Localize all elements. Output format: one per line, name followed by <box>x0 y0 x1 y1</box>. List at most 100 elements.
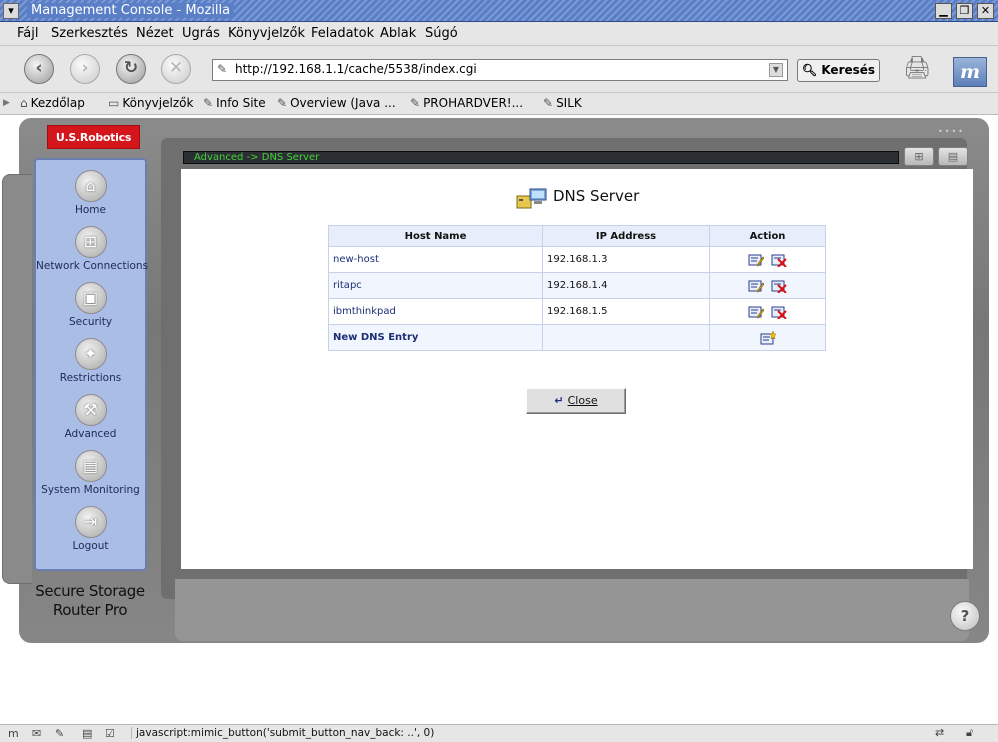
back-arrow-icon: ‹ <box>35 58 43 78</box>
bookmark-icon: ✎ <box>277 96 288 110</box>
dns-server-icon <box>516 188 547 209</box>
bookmark-prohardver[interactable]: ✎ PROHARDVER!... <box>410 96 523 110</box>
print-icon[interactable]: 🖨︎ <box>903 56 937 84</box>
help-button[interactable]: ? <box>950 601 980 631</box>
window-menu-icon[interactable]: ▾ <box>3 3 19 19</box>
menu-bookmarks[interactable]: Könyvjelzők <box>228 26 305 41</box>
document-icon: ▤ <box>947 150 959 163</box>
search-icon: 🔍︎ <box>801 63 818 77</box>
menu-go[interactable]: Ugrás <box>182 26 220 41</box>
menu-view[interactable]: Nézet <box>136 26 174 41</box>
print-page-button[interactable]: ▤ <box>938 147 968 166</box>
toolbar-grip-icon[interactable]: ▶ <box>3 98 10 108</box>
sidebar-item-security[interactable]: ▣ Security <box>36 282 145 328</box>
url-input[interactable] <box>235 62 755 76</box>
bookmark-info-site[interactable]: ✎ Info Site <box>203 96 266 110</box>
menu-edit[interactable]: Szerkesztés <box>51 26 128 41</box>
menubar: Fájl Szerkesztés Nézet Ugrás Könyvjelzők… <box>0 22 998 46</box>
product-name: Secure Storage Router Pro <box>35 582 145 619</box>
edit-icon[interactable] <box>748 253 764 267</box>
edit-icon[interactable] <box>748 305 764 319</box>
tools-icon: ⚒ <box>74 394 107 426</box>
sidebar-item-network-connections[interactable]: ⊞ Network Connections <box>36 226 148 272</box>
bookmark-home[interactable]: ⌂ Kezdőlap <box>20 96 85 110</box>
bookmark-icon: ✎ <box>410 96 421 110</box>
host-name-cell: ritapc <box>328 272 543 299</box>
back-button[interactable]: ‹ <box>24 54 54 84</box>
network-icon: ⊞ <box>74 226 107 258</box>
url-bar[interactable]: ✎ ▼ <box>212 59 788 81</box>
folder-icon: ▭ <box>108 96 120 110</box>
mail-icon[interactable]: ✉ <box>32 727 41 740</box>
minimize-button[interactable]: ▁ <box>935 3 952 19</box>
search-button[interactable]: 🔍︎ Keresés <box>797 59 880 82</box>
security-lock-icon: 🔓︎ <box>966 726 974 739</box>
url-dropdown-button[interactable]: ▼ <box>769 63 783 77</box>
stop-button[interactable]: ✕ <box>161 54 191 84</box>
sidebar-item-restrictions[interactable]: ✦ Restrictions <box>36 338 145 384</box>
irc-chat-icon[interactable]: ☑ <box>105 727 115 740</box>
empty-cell <box>542 324 710 351</box>
bookmark-icon: ✎ <box>203 96 214 110</box>
table-row: ritapc 192.168.1.4 <box>328 272 826 299</box>
navigation-toolbar: ‹ › ↻ ✕ ✎ ▼ 🔍︎ Keresés 🖨︎ m <box>0 46 998 93</box>
table-row: new-host 192.168.1.3 <box>328 246 826 273</box>
sidebar-item-logout[interactable]: ⇥ Logout <box>36 506 145 552</box>
forward-button[interactable]: › <box>70 54 100 84</box>
table-header-row: Host Name IP Address Action <box>328 225 826 247</box>
search-button-label: Keresés <box>821 63 876 77</box>
forward-arrow-icon: › <box>81 58 89 78</box>
bookmark-overview[interactable]: ✎ Overview (Java ... <box>277 96 396 110</box>
sitemap-button[interactable]: ⊞ <box>904 147 934 166</box>
column-header-host-name: Host Name <box>328 225 543 247</box>
action-cell <box>709 298 826 325</box>
mozilla-logo[interactable]: m <box>953 57 987 87</box>
home-icon: ⌂ <box>74 170 107 202</box>
delete-icon[interactable] <box>771 253 787 267</box>
host-name-cell: ibmthinkpad <box>328 298 543 325</box>
menu-window[interactable]: Ablak <box>380 26 416 41</box>
new-dns-entry-link[interactable]: New DNS Entry <box>328 324 543 351</box>
status-text: javascript:mimic_button('submit_button_n… <box>131 727 434 739</box>
bookmark-folder[interactable]: ▭ Könyvjelzők <box>108 96 193 110</box>
navigator-icon[interactable]: m <box>8 727 19 740</box>
status-bar: m ✉ ✎ ▤ ☑ javascript:mimic_button('submi… <box>0 724 998 742</box>
router-bottom-bar <box>175 579 969 641</box>
page-content: •••• U.S.Robotics ⌂ Home ⊞ Network Conne… <box>0 116 998 724</box>
reload-button[interactable]: ↻ <box>116 54 146 84</box>
menu-tasks[interactable]: Feladatok <box>311 26 374 41</box>
reload-icon: ↻ <box>123 58 139 78</box>
menu-help[interactable]: Súgó <box>425 26 458 41</box>
page-title: DNS Server <box>553 187 640 205</box>
shell-side-tab <box>2 174 32 584</box>
online-status-icon[interactable]: ⇄ <box>935 726 944 739</box>
column-header-ip-address: IP Address <box>542 225 710 247</box>
lock-icon: ▣ <box>74 282 107 314</box>
dns-page: DNS Server Host Name IP Address Action n… <box>181 169 973 569</box>
sidebar-item-home[interactable]: ⌂ Home <box>36 170 145 216</box>
table-row-new-entry: New DNS Entry <box>328 324 826 351</box>
delete-icon[interactable] <box>771 305 787 319</box>
question-icon: ? <box>960 607 970 625</box>
window-titlebar: ▾ Management Console - Mozilla ▁ ❐ ✕ <box>0 0 998 22</box>
sidebar-item-advanced[interactable]: ⚒ Advanced <box>36 394 145 440</box>
column-header-action: Action <box>709 225 826 247</box>
bookmark-silk[interactable]: ✎ SILK <box>543 96 582 110</box>
close-window-button[interactable]: ✕ <box>977 3 994 19</box>
window-title: Management Console - Mozilla <box>27 3 235 18</box>
sidebar-item-system-monitoring[interactable]: ▤ System Monitoring <box>36 450 145 496</box>
close-button[interactable]: ↵ Close <box>526 388 626 414</box>
add-entry-icon[interactable] <box>760 330 776 345</box>
delete-icon[interactable] <box>771 279 787 293</box>
ip-address-cell: 192.168.1.5 <box>542 298 710 325</box>
logout-icon: ⇥ <box>74 506 107 538</box>
breadcrumb: Advanced -> DNS Server <box>183 151 899 164</box>
maximize-button[interactable]: ❐ <box>956 3 973 19</box>
composer-icon[interactable]: ✎ <box>55 727 64 740</box>
edit-icon[interactable] <box>748 279 764 293</box>
sitemap-icon: ⊞ <box>914 150 924 163</box>
page-proxy-icon: ✎ <box>217 62 228 76</box>
shell-grip-icon: •••• <box>938 127 965 136</box>
menu-file[interactable]: Fájl <box>17 26 38 41</box>
address-book-icon[interactable]: ▤ <box>82 727 92 740</box>
